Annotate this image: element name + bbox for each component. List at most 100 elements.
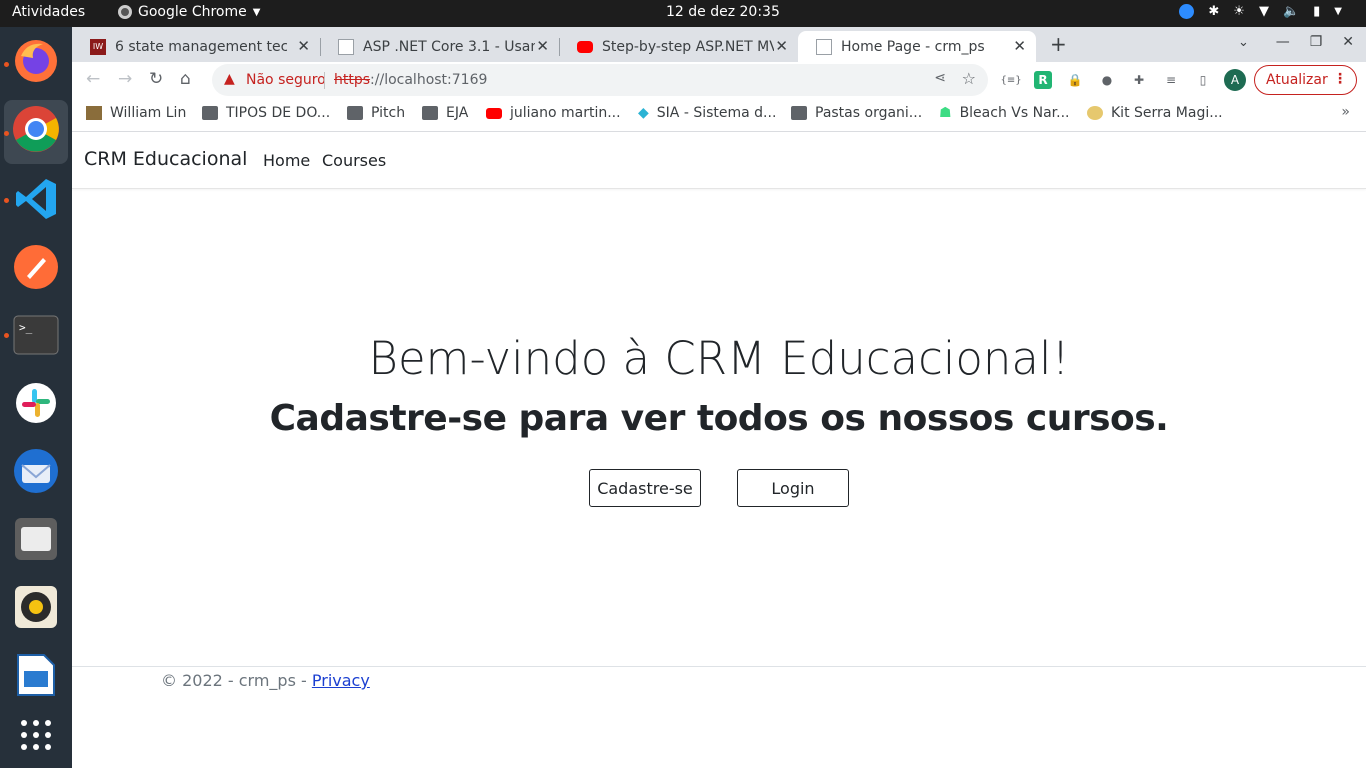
tab-state-management[interactable]: IW 6 state management tech ✕ bbox=[72, 31, 321, 62]
tab-strip: IW 6 state management tech ✕ ASP .NET Co… bbox=[72, 27, 1366, 62]
app-menu-label: Google Chrome bbox=[138, 4, 247, 20]
bookmark-item[interactable]: ◆ SIA - Sistema d... bbox=[638, 105, 776, 121]
bookmark-folder[interactable]: Pastas organi... bbox=[791, 105, 922, 121]
bookmark-item[interactable]: ☗ Bleach Vs Nar... bbox=[939, 105, 1069, 121]
activities-button[interactable]: Atividades bbox=[12, 4, 85, 20]
bookmark-folder[interactable]: EJA bbox=[422, 105, 468, 121]
wifi-icon[interactable]: ▼ bbox=[1259, 4, 1269, 19]
security-label[interactable]: Não seguro bbox=[246, 72, 326, 88]
postman-icon[interactable] bbox=[12, 243, 60, 291]
folder-icon bbox=[422, 106, 438, 120]
maximize-icon[interactable]: ❐ bbox=[1310, 34, 1323, 50]
clock[interactable]: 12 de dez 20:35 bbox=[666, 4, 780, 20]
back-icon[interactable]: ← bbox=[86, 69, 100, 89]
avatar-icon bbox=[86, 106, 102, 120]
nav-home-link[interactable]: Home bbox=[263, 151, 310, 170]
url-scheme: https bbox=[334, 72, 371, 88]
zoom-icon[interactable] bbox=[1179, 4, 1195, 19]
system-tray[interactable]: ✱ ☀ ▼ 🔈 ▮ ▼ bbox=[1179, 4, 1342, 19]
home-icon[interactable]: ⌂ bbox=[180, 69, 191, 89]
slack-tray-icon[interactable]: ✱ bbox=[1208, 4, 1219, 19]
bookmark-star-icon[interactable]: ☆ bbox=[962, 69, 976, 88]
android-icon: ☗ bbox=[939, 105, 952, 121]
privacy-link[interactable]: Privacy bbox=[312, 671, 370, 690]
thunderbird-icon[interactable] bbox=[12, 447, 60, 495]
share-icon[interactable]: ⋖ bbox=[934, 70, 946, 86]
bookmark-label: TIPOS DE DO... bbox=[226, 105, 331, 121]
chrome-icon[interactable] bbox=[12, 105, 60, 153]
bookmark-label: Kit Serra Magi... bbox=[1111, 105, 1223, 121]
bookmark-label: EJA bbox=[446, 105, 469, 121]
bookmark-item[interactable]: William Lin bbox=[86, 105, 186, 121]
tab-title: ASP .NET Core 3.1 - Usando bbox=[363, 38, 535, 55]
tab-search-icon[interactable]: ⌄ bbox=[1238, 35, 1249, 50]
profile-avatar[interactable]: A bbox=[1224, 69, 1246, 91]
close-icon[interactable]: ✕ bbox=[775, 37, 788, 55]
document-favicon-icon bbox=[338, 38, 354, 55]
bookmark-item[interactable]: juliano martin... bbox=[486, 105, 621, 121]
signup-subheading: Cadastre-se para ver todos os nossos cur… bbox=[269, 398, 1169, 439]
side-panel-icon[interactable]: ▯ bbox=[1194, 71, 1212, 89]
omnibox-divider bbox=[324, 72, 325, 89]
bookmark-label: Bleach Vs Nar... bbox=[959, 105, 1070, 121]
bookmark-item[interactable]: Kit Serra Magi... bbox=[1087, 105, 1223, 121]
bookmark-label: SIA - Sistema d... bbox=[656, 105, 777, 121]
bookmark-folder[interactable]: Pitch bbox=[347, 105, 405, 121]
brightness-icon[interactable]: ☀ bbox=[1233, 4, 1245, 19]
address-bar[interactable]: ▲ Não seguro https://localhost:7169 ⋖ ☆ bbox=[212, 64, 988, 96]
disc-icon bbox=[1087, 106, 1103, 120]
dock: >_ bbox=[0, 27, 72, 768]
power-menu-icon[interactable]: ▼ bbox=[1334, 6, 1342, 17]
tab-step-by-step[interactable]: Step-by-step ASP.NET MVC ✕ bbox=[559, 31, 798, 62]
battery-icon[interactable]: ▮ bbox=[1313, 4, 1320, 19]
libreoffice-impress-icon[interactable] bbox=[12, 651, 60, 699]
signup-button[interactable]: Cadastre-se bbox=[589, 469, 701, 507]
document-favicon-icon bbox=[816, 38, 832, 55]
rhythmbox-icon[interactable] bbox=[12, 583, 60, 631]
dropdown-arrow-icon: ▼ bbox=[252, 6, 261, 18]
folder-icon bbox=[791, 106, 807, 120]
tab-aspnet-core[interactable]: ASP .NET Core 3.1 - Usando ✕ bbox=[320, 31, 560, 62]
files-icon[interactable] bbox=[12, 515, 60, 563]
close-icon[interactable]: ✕ bbox=[536, 37, 549, 55]
nav-courses-link[interactable]: Courses bbox=[322, 151, 386, 170]
lock-extension-icon[interactable]: 🔒 bbox=[1066, 71, 1084, 89]
running-indicator bbox=[4, 131, 9, 136]
new-tab-button[interactable]: + bbox=[1050, 32, 1067, 56]
firefox-icon[interactable] bbox=[12, 37, 60, 85]
minimize-icon[interactable]: — bbox=[1276, 34, 1290, 50]
reading-list-icon[interactable]: ≡ bbox=[1162, 71, 1180, 89]
app-menu[interactable]: Google Chrome ▼ bbox=[118, 4, 260, 20]
url-text[interactable]: https://localhost:7169 bbox=[334, 72, 487, 88]
more-bookmarks-icon[interactable]: » bbox=[1341, 104, 1350, 120]
url-host: ://localhost:7169 bbox=[370, 72, 488, 88]
update-button[interactable]: Atualizar ⋮ bbox=[1254, 65, 1357, 95]
terminal-icon[interactable]: >_ bbox=[12, 311, 60, 359]
warning-icon[interactable]: ▲ bbox=[224, 71, 235, 87]
running-indicator bbox=[4, 62, 9, 67]
bookmark-folder[interactable]: TIPOS DE DO... bbox=[202, 105, 330, 121]
browser-toolbar: ← → ↻ ⌂ ▲ Não seguro https://localhost:7… bbox=[72, 62, 1366, 98]
json-viewer-extension-icon[interactable]: {≡} bbox=[1000, 71, 1021, 89]
reload-icon[interactable]: ↻ bbox=[149, 69, 163, 89]
system-top-bar: Atividades Google Chrome ▼ 12 de dez 20:… bbox=[0, 0, 1366, 27]
close-icon[interactable]: ✕ bbox=[1013, 37, 1026, 55]
kebab-menu-icon[interactable]: ⋮ bbox=[1333, 71, 1347, 87]
tomato-extension-icon[interactable]: ● bbox=[1098, 71, 1116, 89]
volume-icon[interactable]: 🔈 bbox=[1283, 4, 1299, 19]
forward-icon[interactable]: → bbox=[118, 69, 132, 89]
vscode-icon[interactable] bbox=[12, 175, 60, 223]
extensions-puzzle-icon[interactable]: ✚ bbox=[1130, 71, 1148, 89]
slack-icon[interactable] bbox=[12, 379, 60, 427]
close-icon[interactable]: ✕ bbox=[297, 37, 310, 55]
close-window-icon[interactable]: ✕ bbox=[1342, 34, 1354, 50]
bookmark-label: William Lin bbox=[110, 105, 187, 121]
site-brand-link[interactable]: CRM Educacional bbox=[84, 148, 247, 170]
tab-home-page[interactable]: Home Page - crm_ps ✕ bbox=[798, 31, 1036, 62]
show-apps-icon[interactable] bbox=[12, 711, 60, 759]
welcome-heading: Bem-vindo à CRM Educacional! bbox=[368, 332, 1070, 385]
login-button[interactable]: Login bbox=[737, 469, 849, 507]
r-extension-icon[interactable]: R bbox=[1034, 71, 1052, 89]
iw-favicon-icon: IW bbox=[90, 38, 106, 55]
footer-text: © 2022 - crm_ps - Privacy bbox=[161, 671, 370, 690]
